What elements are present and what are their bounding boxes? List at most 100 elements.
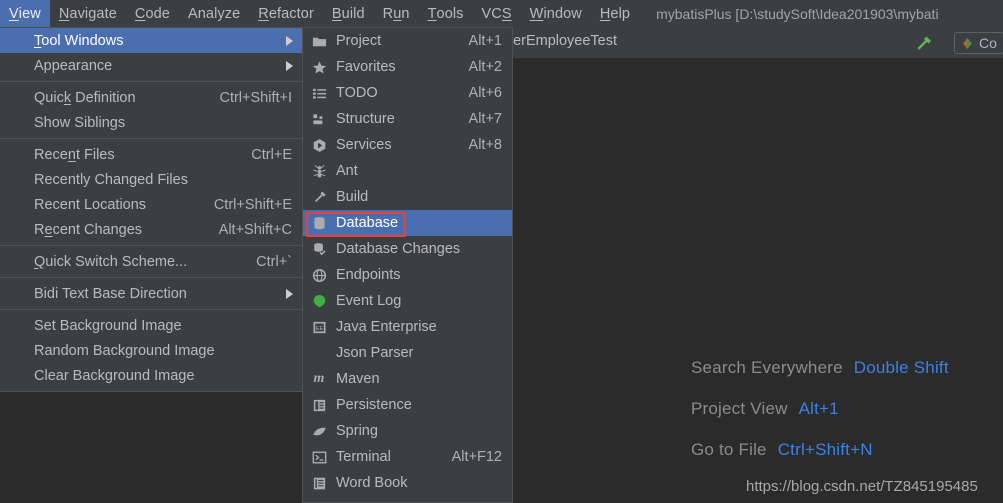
tool-window-item-event-log[interactable]: Event Log — [303, 288, 512, 314]
tool-window-label: Endpoints — [336, 267, 401, 283]
menubar-item-code[interactable]: Code — [126, 0, 179, 27]
tool-window-item-structure[interactable]: Structure Alt+7 — [303, 106, 512, 132]
hint-shortcut: Ctrl+Shift+N — [777, 440, 873, 459]
hammer-icon — [310, 189, 328, 205]
menu-item-shortcut: Ctrl+Shift+I — [219, 89, 292, 106]
view-menu-item-appearance[interactable]: Appearance — [0, 53, 302, 78]
globe-icon — [310, 267, 328, 283]
star-icon — [310, 59, 328, 75]
menubar-item-view[interactable]: View — [0, 0, 50, 27]
hammer-icon[interactable] — [913, 34, 932, 53]
view-menu-item-tool-windows[interactable]: Tool Windows — [0, 28, 302, 53]
view-menu-item-recent-files[interactable]: Recent Files Ctrl+E — [0, 142, 302, 167]
menubar-item-window[interactable]: Window — [521, 0, 591, 27]
menu-item-label: Tool Windows — [34, 32, 124, 49]
menu-item-label: Show Siblings — [34, 114, 126, 131]
spring-leaf-icon — [310, 423, 328, 439]
menu-item-shortcut: Ctrl+E — [251, 146, 292, 163]
editor-tab-label[interactable]: perEmployeeTest — [505, 33, 617, 49]
tool-window-label: Word Book — [336, 475, 408, 491]
tool-window-label: Favorites — [336, 59, 396, 75]
view-menu-item-clear-background-image[interactable]: Clear Background Image — [0, 363, 302, 388]
menu-item-label: Bidi Text Base Direction — [34, 285, 187, 302]
view-menu-item-bidi-text-base-direction[interactable]: Bidi Text Base Direction — [0, 281, 302, 306]
tool-windows-submenu: Project Alt+1 Favorites Alt+2 TODO Alt+6 Struc… — [302, 27, 513, 503]
chevron-right-icon — [286, 288, 293, 299]
structure-icon — [310, 111, 328, 127]
tool-window-label: Ant — [336, 163, 358, 179]
view-menu-item-quick-switch-scheme[interactable]: Quick Switch Scheme... Ctrl+` — [0, 249, 302, 274]
menu-item-label: Random Background Image — [34, 342, 215, 359]
tool-window-item-persistence[interactable]: Persistence — [303, 392, 512, 418]
tool-window-label: Services — [336, 137, 392, 153]
tool-window-shortcut: Alt+1 — [468, 33, 502, 49]
view-menu-item-recent-locations[interactable]: Recent Locations Ctrl+Shift+E — [0, 192, 302, 217]
view-menu-item-recent-changes[interactable]: Recent Changes Alt+Shift+C — [0, 217, 302, 242]
tool-window-shortcut: Alt+8 — [468, 137, 502, 153]
menu-item-label: Clear Background Image — [34, 367, 195, 384]
ant-icon — [310, 163, 328, 179]
menu-item-label: Recently Changed Files — [34, 171, 188, 188]
hint-label: Go to File — [691, 440, 767, 459]
view-menu-item-recently-changed-files[interactable]: Recently Changed Files — [0, 167, 302, 192]
menubar-item-tools[interactable]: Tools — [419, 0, 473, 27]
menu-separator — [0, 81, 302, 82]
tool-window-item-word-book[interactable]: Word Book — [303, 470, 512, 496]
hint-shortcut: Double Shift — [853, 358, 949, 377]
tool-window-item-json-parser[interactable]: Json Parser — [303, 340, 512, 366]
maven-icon: m — [313, 371, 325, 386]
run-configuration-selector[interactable]: Co — [954, 32, 1003, 54]
menubar-item-build[interactable]: Build — [323, 0, 374, 27]
menu-item-label: Recent Files — [34, 146, 115, 163]
menubar-item-run[interactable]: Run — [374, 0, 419, 27]
menubar-item-analyze[interactable]: Analyze — [179, 0, 249, 27]
menubar-item-refactor[interactable]: Refactor — [249, 0, 323, 27]
tool-window-item-services[interactable]: Services Alt+8 — [303, 132, 512, 158]
database-icon — [310, 215, 328, 231]
tool-window-item-endpoints[interactable]: Endpoints — [303, 262, 512, 288]
hint-row: Project View Alt+1 — [691, 399, 1003, 440]
menu-separator — [0, 245, 302, 246]
tool-window-shortcut: Alt+6 — [468, 85, 502, 101]
shortcut-hints: Search Everywhere Double Shift Project Vie… — [691, 358, 1003, 481]
view-menu-item-quick-definition[interactable]: Quick Definition Ctrl+Shift+I — [0, 85, 302, 110]
tool-window-label: Spring — [336, 423, 378, 439]
menubar-item-navigate[interactable]: Navigate — [50, 0, 126, 27]
menu-separator — [0, 277, 302, 278]
project-title: mybatisPlus [D:\studySoft\Idea201903\myb… — [656, 5, 939, 22]
tool-window-item-todo[interactable]: TODO Alt+6 — [303, 80, 512, 106]
menu-item-label: Recent Locations — [34, 196, 147, 213]
tool-window-item-maven[interactable]: m Maven — [303, 366, 512, 392]
tool-window-item-ant[interactable]: Ant — [303, 158, 512, 184]
services-play-icon — [310, 137, 328, 153]
chevron-right-icon — [286, 35, 293, 46]
view-menu-item-set-background-image[interactable]: Set Background Image — [0, 313, 302, 338]
tool-window-label: Maven — [336, 371, 380, 387]
menubar-item-help[interactable]: Help — [591, 0, 639, 27]
tool-window-item-project[interactable]: Project Alt+1 — [303, 28, 512, 54]
tool-window-label: Build — [336, 189, 369, 205]
tool-window-item-database[interactable]: Database — [303, 210, 512, 236]
menu-separator — [0, 309, 302, 310]
tool-window-label: Json Parser — [336, 345, 414, 361]
tool-window-label: Java Enterprise — [336, 319, 437, 335]
tool-window-item-java-enterprise[interactable]: EE Java Enterprise — [303, 314, 512, 340]
watermark-url: https://blog.csdn.net/TZ845195485 — [746, 478, 978, 495]
tool-window-item-build[interactable]: Build — [303, 184, 512, 210]
hint-label: Project View — [691, 399, 788, 418]
hint-row: Go to File Ctrl+Shift+N — [691, 440, 1003, 481]
tool-window-item-favorites[interactable]: Favorites Alt+2 — [303, 54, 512, 80]
tool-window-item-terminal[interactable]: Terminal Alt+F12 — [303, 444, 512, 470]
run-config-icon — [961, 37, 974, 50]
tool-window-label: Event Log — [336, 293, 402, 309]
menubar-item-vcs[interactable]: VC S — [473, 0, 521, 27]
view-menu-item-show-siblings[interactable]: Show Siblings — [0, 110, 302, 135]
svg-text:EE: EE — [315, 325, 323, 331]
menu-item-label: Recent Changes — [34, 221, 143, 238]
tool-window-item-database-changes[interactable]: Database Changes — [303, 236, 512, 262]
persistence-icon — [310, 397, 328, 413]
tool-window-item-spring[interactable]: Spring — [303, 418, 512, 444]
menu-item-shortcut: Ctrl+Shift+E — [213, 196, 292, 213]
java-enterprise-icon: EE — [310, 319, 328, 335]
view-menu-item-random-background-image[interactable]: Random Background Image — [0, 338, 302, 363]
